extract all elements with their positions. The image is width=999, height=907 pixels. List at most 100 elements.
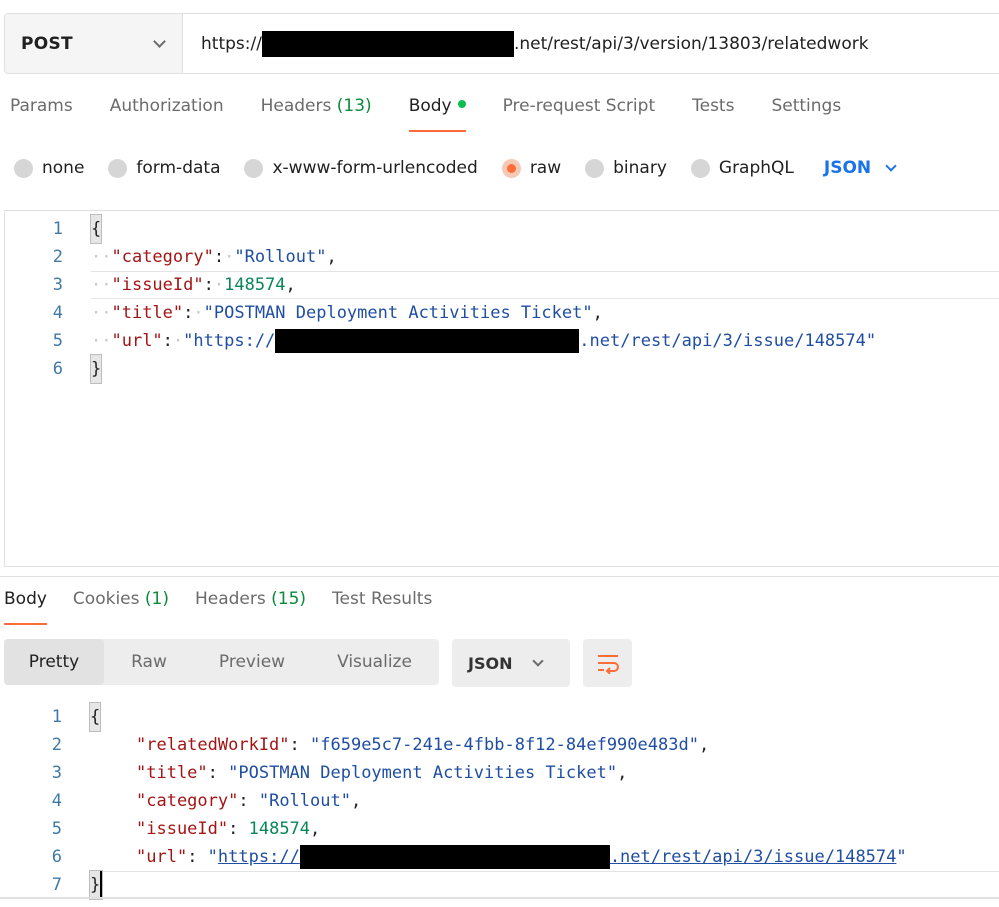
response-tab-headers[interactable]: Headers (15) <box>195 589 306 623</box>
code-line: 7 } <box>4 870 999 900</box>
request-body-editor[interactable]: 1 { 2 ··"category":·"Rollout", 3 ··"issu… <box>4 210 999 567</box>
url-suffix: .net/rest/api/3/version/13803/relatedwor… <box>513 33 869 54</box>
tab-label: Authorization <box>109 96 224 116</box>
tab-headers[interactable]: Headers (13) <box>261 96 372 130</box>
code-line: 4 "category": "Rollout", <box>4 787 999 815</box>
tab-label: Body <box>4 589 47 609</box>
json-key: "url" <box>136 847 188 867</box>
body-type-graphql[interactable]: GraphQL <box>690 158 794 178</box>
tab-pre-request-script[interactable]: Pre-request Script <box>503 96 656 130</box>
response-format-select[interactable]: JSON <box>452 639 570 687</box>
response-tab-body[interactable]: Body <box>4 589 47 625</box>
radio-icon <box>690 158 710 178</box>
json-key: "issueId" <box>111 275 204 295</box>
line-number: 5 <box>51 819 62 839</box>
url-link-prefix: https:// <box>217 847 300 867</box>
line-number: 6 <box>52 359 63 379</box>
tab-label: Settings <box>771 96 842 116</box>
line-number: 2 <box>52 247 63 267</box>
redacted-host <box>275 329 580 353</box>
wrap-lines-button[interactable] <box>583 639 632 687</box>
tab-authorization[interactable]: Authorization <box>110 96 224 130</box>
language-label: JSON <box>823 158 872 178</box>
code-line: 2 ··"category":·"Rollout", <box>5 243 999 271</box>
body-type-form-data[interactable]: form-data <box>108 158 220 178</box>
chevron-down-icon <box>885 159 897 172</box>
json-key: "relatedWorkId" <box>136 735 290 755</box>
response-tab-cookies[interactable]: Cookies (1) <box>73 589 169 623</box>
json-key: "url" <box>111 331 163 351</box>
modified-dot-icon <box>457 100 466 108</box>
tab-body[interactable]: Body <box>408 96 466 132</box>
json-value: .net/rest/api/3/issue/148574" <box>579 331 877 351</box>
json-value: 148574 <box>248 819 311 839</box>
body-type-binary[interactable]: binary <box>585 158 667 178</box>
tab-label: Pre-request Script <box>502 96 656 116</box>
tab-label: Test Results <box>332 589 433 609</box>
json-value: "https:// <box>183 331 276 351</box>
radio-checked-icon <box>501 158 521 178</box>
body-type-raw[interactable]: raw <box>501 158 561 178</box>
url-link[interactable]: https:// .net/rest/api/3/issue/148574 <box>217 845 897 869</box>
view-visualize[interactable]: Visualize <box>310 639 439 685</box>
url-link-suffix: .net/rest/api/3/issue/148574 <box>609 847 897 867</box>
response-tabs: Body Cookies (1) Headers (15) Test Resul… <box>4 589 458 625</box>
json-quote: " <box>896 847 907 867</box>
tab-count: (15) <box>271 589 307 609</box>
response-tab-test-results[interactable]: Test Results <box>332 589 432 623</box>
code-line: 5 "issueId": 148574, <box>4 815 999 843</box>
code-line: 1 { <box>4 702 999 732</box>
tab-label: Tests <box>692 96 735 116</box>
response-view-toggle: Pretty Raw Preview Visualize <box>4 639 439 685</box>
line-number: 3 <box>51 763 62 783</box>
redacted-host <box>299 845 610 869</box>
json-quote: " <box>207 847 218 867</box>
view-pretty[interactable]: Pretty <box>4 639 104 685</box>
method-label: POST <box>21 33 73 54</box>
radio-label: none <box>42 158 85 178</box>
line-number: 1 <box>51 707 62 727</box>
code-line: 3 "title": "POSTMAN Deployment Activitie… <box>4 759 999 787</box>
code-line: 5 ··"url":·"https://.net/rest/api/3/issu… <box>5 327 999 355</box>
chevron-down-icon <box>153 34 166 48</box>
brace: { <box>89 214 103 244</box>
tab-label: Headers <box>260 96 332 116</box>
radio-icon <box>14 158 33 178</box>
language-select[interactable]: JSON <box>823 158 897 178</box>
url-input[interactable]: https:// .net/rest/api/3/version/13803/re… <box>183 14 869 73</box>
method-select[interactable]: POST <box>5 14 183 73</box>
tab-settings[interactable]: Settings <box>771 96 841 130</box>
request-tabs: Params Authorization Headers (13) Body P… <box>10 96 878 132</box>
brace: { <box>88 702 102 732</box>
body-type-none[interactable]: none <box>14 158 84 178</box>
line-number: 4 <box>52 303 63 323</box>
json-key: "category" <box>136 791 239 811</box>
line-number: 4 <box>51 791 62 811</box>
radio-icon <box>244 158 264 178</box>
request-url-bar: POST https:// .net/rest/api/3/version/138… <box>4 13 999 74</box>
json-key: "category" <box>111 247 214 267</box>
line-number: 6 <box>51 847 62 867</box>
chevron-down-icon <box>532 654 545 667</box>
json-value: "POSTMAN Deployment Activities Ticket" <box>203 303 593 323</box>
format-label: JSON <box>468 653 513 673</box>
tab-params[interactable]: Params <box>10 96 73 130</box>
code-line: 3 ··"issueId":·148574, <box>5 271 999 299</box>
code-line: 2 "relatedWorkId": "f659e5c7-241e-4fbb-8… <box>4 731 999 759</box>
tab-count: (1) <box>144 589 169 609</box>
body-type-urlencoded[interactable]: x-www-form-urlencoded <box>244 158 478 178</box>
tab-tests[interactable]: Tests <box>692 96 734 130</box>
tab-label: Params <box>10 96 73 116</box>
view-raw[interactable]: Raw <box>104 639 194 685</box>
code-line: 1 { <box>5 214 999 244</box>
line-number: 1 <box>52 219 63 239</box>
radio-icon <box>585 158 605 178</box>
brace: } <box>89 354 103 384</box>
tab-label: Body <box>408 96 452 116</box>
radio-label: GraphQL <box>718 158 794 178</box>
view-preview[interactable]: Preview <box>194 639 310 685</box>
line-number: 2 <box>51 735 62 755</box>
response-body-viewer[interactable]: 1 { 2 "relatedWorkId": "f659e5c7-241e-4f… <box>4 702 999 903</box>
body-type-selector: none form-data x-www-form-urlencoded raw… <box>14 154 897 182</box>
tab-count: (13) <box>336 96 372 116</box>
